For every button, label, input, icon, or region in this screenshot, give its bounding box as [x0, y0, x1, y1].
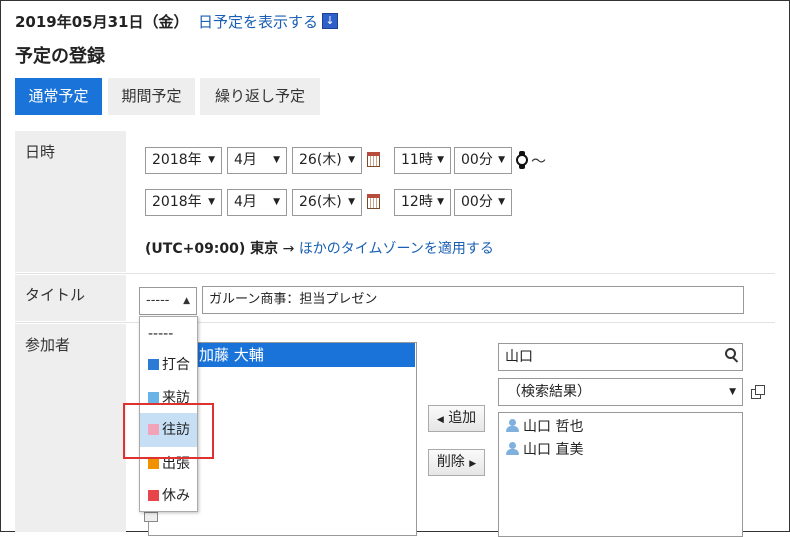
- arrow-right-icon: →: [282, 241, 295, 257]
- menu-item-meeting[interactable]: 打合: [140, 348, 197, 382]
- clock-icon[interactable]: [515, 151, 529, 169]
- search-result-select[interactable]: （検索結果） ▼: [498, 378, 743, 406]
- user-icon: [506, 442, 519, 455]
- row-divider: [15, 322, 775, 323]
- apply-timezone-link[interactable]: ほかのタイムゾーンを適用する: [299, 241, 494, 257]
- end-hour-select[interactable]: 12時 ▼: [394, 189, 451, 216]
- datetime-label-cell: 日時: [15, 131, 126, 272]
- arrow-down-icon[interactable]: ↓: [322, 13, 338, 29]
- arrow-right-icon: ▶: [469, 459, 477, 469]
- end-minute-select[interactable]: 00分 ▼: [454, 189, 512, 216]
- add-button[interactable]: ◀ 追加: [428, 405, 485, 432]
- color-swatch: [148, 392, 159, 403]
- title-label-cell: タイトル: [15, 275, 126, 321]
- color-swatch: [148, 490, 159, 501]
- tab-normal-event[interactable]: 通常予定: [15, 78, 102, 115]
- dropdown-arrow-icon: ▼: [273, 197, 280, 207]
- list-item-result[interactable]: 山口 哲也: [506, 416, 583, 436]
- calendar-icon[interactable]: [367, 194, 380, 209]
- show-day-link[interactable]: 日予定を表示する: [198, 11, 318, 32]
- calendar-icon[interactable]: [367, 152, 380, 167]
- dropdown-arrow-icon: ▼: [437, 155, 444, 165]
- list-item-selected[interactable]: 加藤 大輔: [195, 343, 415, 367]
- start-hour-select[interactable]: 11時 ▼: [394, 147, 451, 174]
- title-label: タイトル: [25, 286, 86, 304]
- datetime-label: 日時: [25, 143, 56, 161]
- list-item-result[interactable]: 山口 直美: [506, 439, 583, 459]
- dropdown-arrow-icon: ▼: [273, 155, 280, 165]
- search-input[interactable]: 山口: [498, 343, 743, 371]
- remove-button[interactable]: 削除 ▶: [428, 449, 485, 476]
- tilde: ～: [531, 152, 547, 170]
- participants-label: 参加者: [25, 336, 71, 354]
- tab-period-event[interactable]: 期間予定: [108, 78, 195, 115]
- end-year-select[interactable]: 2018年 ▼: [145, 189, 222, 216]
- tab-repeat-event[interactable]: 繰り返し予定: [200, 78, 320, 115]
- participants-label-cell: 参加者: [15, 324, 126, 532]
- arrow-left-icon: ◀: [436, 415, 444, 425]
- title-input[interactable]: ガルーン商事：担当プレゼン: [202, 286, 744, 314]
- search-icon[interactable]: [725, 348, 739, 363]
- row-divider: [15, 273, 775, 274]
- page-title: 予定の登録: [15, 46, 105, 67]
- color-swatch: [148, 458, 159, 469]
- start-year-select[interactable]: 2018年 ▼: [145, 147, 222, 174]
- dropdown-arrow-icon: ▼: [208, 197, 215, 207]
- user-icon: [506, 419, 519, 432]
- start-minute-select[interactable]: 00分 ▼: [454, 147, 512, 174]
- highlight-frame: [123, 403, 214, 459]
- dropdown-arrow-icon: ▼: [348, 155, 355, 165]
- end-month-select[interactable]: 4月 ▼: [227, 189, 287, 216]
- dropdown-arrow-icon: ▼: [348, 197, 355, 207]
- end-day-select[interactable]: 26(木) ▼: [292, 189, 362, 216]
- menu-item-day-off[interactable]: 休み: [140, 479, 197, 513]
- dropdown-open-arrow-icon: ▲: [183, 296, 190, 306]
- current-date: 2019年05月31日（金）: [15, 13, 189, 31]
- start-month-select[interactable]: 4月 ▼: [227, 147, 287, 174]
- menu-item-none[interactable]: -----: [140, 317, 197, 351]
- title-menu-select[interactable]: ----- ▲: [139, 287, 197, 315]
- dropdown-arrow-icon: ▼: [498, 155, 505, 165]
- hidden-control-icon: [144, 512, 158, 522]
- popout-icon[interactable]: [751, 385, 765, 399]
- dropdown-arrow-icon: ▼: [208, 155, 215, 165]
- start-day-select[interactable]: 26(木) ▼: [292, 147, 362, 174]
- timezone-value: (UTC+09:00) 東京: [145, 241, 279, 257]
- dropdown-arrow-icon: ▼: [437, 197, 444, 207]
- timezone-line: (UTC+09:00) 東京 → ほかのタイムゾーンを適用する: [145, 238, 494, 258]
- color-swatch: [148, 359, 159, 370]
- dropdown-arrow-icon: ▼: [498, 197, 505, 207]
- dropdown-arrow-icon: ▼: [729, 387, 736, 397]
